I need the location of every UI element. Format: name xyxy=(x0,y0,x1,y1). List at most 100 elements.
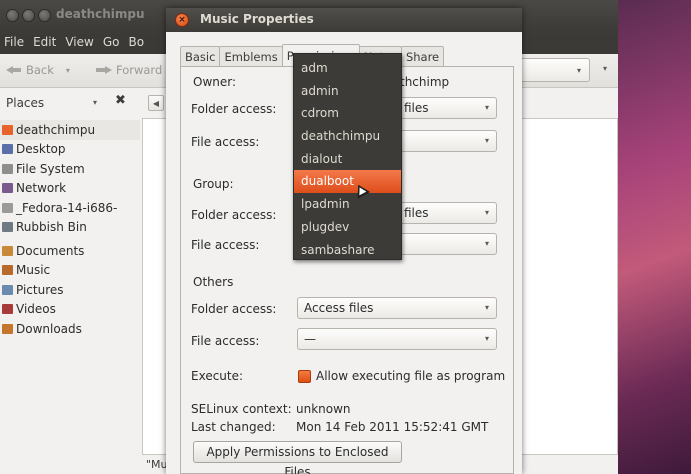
close-dialog-button[interactable]: × xyxy=(175,13,189,27)
music-folder-icon xyxy=(2,265,13,276)
desktop-wallpaper xyxy=(618,0,691,474)
menu-item-admin[interactable]: admin xyxy=(294,80,401,103)
home-folder-icon xyxy=(2,124,13,135)
menu-item-deathchimpu[interactable]: deathchimpu xyxy=(294,125,401,148)
menu-file[interactable]: File xyxy=(4,35,24,49)
menu-item-sambashare[interactable]: sambashare xyxy=(294,239,401,262)
last-changed-value: Mon 14 Feb 2011 15:52:41 GMT xyxy=(296,420,489,434)
group-file-access-label: File access: xyxy=(191,238,260,252)
places-header[interactable]: Places xyxy=(6,96,44,110)
sidebar-item-pictures[interactable]: Pictures xyxy=(0,280,140,300)
sidebar-item-home[interactable]: deathchimpu xyxy=(0,120,140,140)
sidebar-item-label: deathchimpu xyxy=(16,122,96,137)
menu-item-dualboot[interactable]: dualboot xyxy=(294,170,401,194)
chevron-down-icon: ▾ xyxy=(576,66,581,75)
documents-folder-icon xyxy=(2,245,13,256)
desktop-icon xyxy=(2,144,13,155)
forward-label: Forward xyxy=(116,63,163,77)
sidebar: Places ▾ ✖ deathchimpu Desktop File Syst… xyxy=(0,88,140,474)
places-list: deathchimpu Desktop File System Network … xyxy=(0,120,140,339)
window-title: deathchimpu xyxy=(56,7,145,21)
sidebar-item-label: _Fedora-14-i686- xyxy=(16,200,118,215)
sidebar-item-label: Videos xyxy=(16,302,56,317)
tab-basic[interactable]: Basic xyxy=(180,46,221,67)
menu-view[interactable]: View xyxy=(65,35,93,49)
group-folder-access-value: files xyxy=(404,206,429,220)
sidebar-item-rubbish-bin[interactable]: Rubbish Bin xyxy=(0,218,140,238)
tab-share[interactable]: Share xyxy=(400,46,445,67)
back-arrow-icon xyxy=(6,66,22,74)
drive-icon xyxy=(2,163,13,174)
chevron-down-icon: ▾ xyxy=(484,303,489,312)
chevron-down-icon: ▾ xyxy=(484,208,489,217)
sidebar-item-desktop[interactable]: Desktop xyxy=(0,140,140,160)
owner-file-access-label: File access: xyxy=(191,135,260,149)
others-file-access-select[interactable]: — ▾ xyxy=(297,328,497,350)
toolbar-overflow-icon[interactable]: ▾ xyxy=(603,64,607,73)
menu-item-cdrom[interactable]: cdrom xyxy=(294,102,401,125)
sidebar-item-file-system[interactable]: File System xyxy=(0,159,140,179)
sidebar-item-downloads[interactable]: Downloads xyxy=(0,319,140,339)
execute-checkbox-label[interactable]: Allow executing file as program xyxy=(316,369,505,383)
sidebar-item-label: Downloads xyxy=(16,321,82,336)
close-window-button[interactable] xyxy=(6,9,19,22)
pictures-folder-icon xyxy=(2,284,13,295)
menu-go[interactable]: Go xyxy=(103,35,120,49)
execute-checkbox[interactable] xyxy=(298,370,311,383)
maximize-window-button[interactable] xyxy=(38,9,51,22)
others-label: Others xyxy=(193,275,234,289)
menu-item-adm[interactable]: adm xyxy=(294,57,401,80)
menu-item-dialout[interactable]: dialout xyxy=(294,148,401,171)
sidebar-item-label: File System xyxy=(16,161,85,176)
owner-folder-access-label: Folder access: xyxy=(191,102,277,116)
window-buttons xyxy=(6,9,51,22)
selinux-value: unknown xyxy=(296,402,351,416)
minimize-window-button[interactable] xyxy=(22,9,35,22)
network-icon xyxy=(2,183,13,194)
selinux-label: SELinux context: xyxy=(191,402,292,416)
apply-permissions-button[interactable]: Apply Permissions to Enclosed Files xyxy=(193,441,402,474)
sidebar-item-label: Desktop xyxy=(16,142,66,157)
path-scroll-left-button[interactable]: ◀ xyxy=(148,95,164,111)
chevron-down-icon: ▾ xyxy=(484,136,489,145)
close-sidebar-icon[interactable]: ✖ xyxy=(115,93,126,108)
sidebar-item-documents[interactable]: Documents xyxy=(0,241,140,261)
chevron-down-icon: ▾ xyxy=(484,103,489,112)
others-folder-access-value: Access files xyxy=(304,301,374,315)
others-file-access-value: — xyxy=(304,332,316,346)
group-dropdown-menu: adm admin cdrom deathchimpu dialout dual… xyxy=(293,53,402,260)
owner-label: Owner: xyxy=(193,75,237,89)
sidebar-item-music[interactable]: Music xyxy=(0,261,140,281)
sidebar-item-label: Network xyxy=(16,181,67,196)
back-button[interactable]: Back ▾ xyxy=(6,63,70,77)
drive-icon xyxy=(2,202,13,213)
sidebar-item-label: Documents xyxy=(16,243,85,258)
forward-button[interactable]: Forward xyxy=(96,63,162,77)
menu-item-lpadmin[interactable]: lpadmin xyxy=(294,193,401,216)
downloads-folder-icon xyxy=(2,323,13,334)
dialog-title: Music Properties xyxy=(200,12,314,26)
dialog-titlebar: × Music Properties xyxy=(166,8,522,32)
tab-emblems[interactable]: Emblems xyxy=(219,46,283,67)
sidebar-item-videos[interactable]: Videos xyxy=(0,300,140,320)
back-label: Back xyxy=(26,63,54,77)
sidebar-item-network[interactable]: Network xyxy=(0,179,140,199)
owner-folder-access-value: files xyxy=(404,101,429,115)
sidebar-item-label: Rubbish Bin xyxy=(16,220,87,235)
group-label: Group: xyxy=(193,177,234,191)
chevron-down-icon[interactable]: ▾ xyxy=(93,98,97,107)
execute-label: Execute: xyxy=(191,369,244,383)
menu-edit[interactable]: Edit xyxy=(33,35,56,49)
sidebar-item-label: Pictures xyxy=(16,282,64,297)
group-folder-access-label: Folder access: xyxy=(191,208,277,222)
sidebar-item-fedora[interactable]: _Fedora-14-i686- xyxy=(0,198,140,218)
videos-folder-icon xyxy=(2,304,13,315)
menu-bookmarks[interactable]: Bo xyxy=(128,35,144,49)
others-file-access-label: File access: xyxy=(191,334,260,348)
chevron-down-icon: ▾ xyxy=(484,334,489,343)
back-dropdown-icon[interactable]: ▾ xyxy=(66,66,70,75)
others-folder-access-select[interactable]: Access files ▾ xyxy=(297,297,497,319)
trash-icon xyxy=(2,222,13,233)
sidebar-item-label: Music xyxy=(16,263,51,278)
menu-item-plugdev[interactable]: plugdev xyxy=(294,216,401,239)
